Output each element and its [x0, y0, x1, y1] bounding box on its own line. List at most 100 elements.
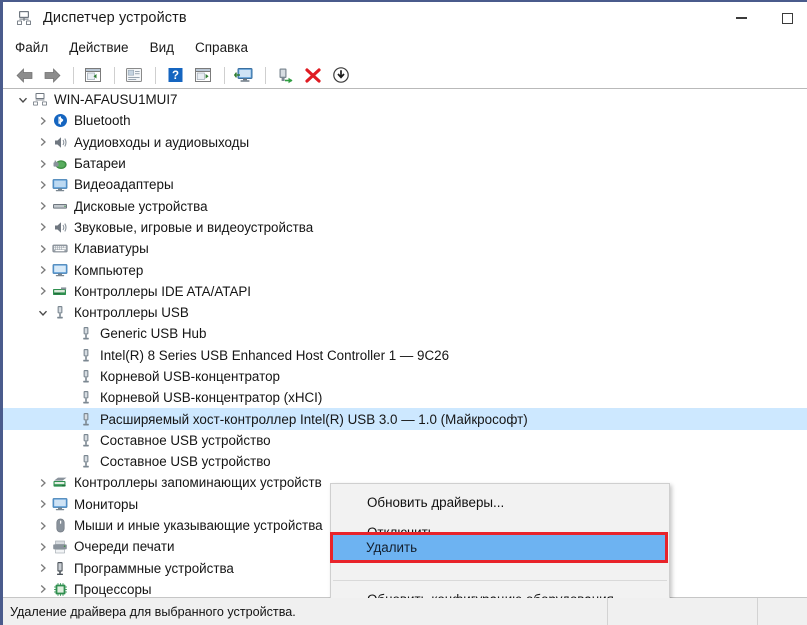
usb-device-icon [77, 432, 95, 448]
chevron-right-icon[interactable] [35, 137, 51, 147]
mouse-icon [51, 518, 69, 534]
tree-item-label: Программные устройства [74, 560, 234, 576]
tree-item-label: Аудиовходы и аудиовыходы [74, 134, 250, 150]
usb-device-icon [77, 390, 95, 406]
window-controls [718, 2, 807, 34]
device-manager-icon [15, 9, 33, 27]
maximize-icon [781, 12, 793, 24]
context-menu-item-update-drivers[interactable]: Обновить драйверы... [331, 487, 669, 517]
scan-hardware-changes-icon[interactable] [231, 63, 257, 87]
tree-item-label: Корневой USB-концентратор (xHCI) [100, 390, 323, 406]
menu-item-help[interactable]: Справка [195, 38, 259, 57]
tree-item-label: Батареи [74, 156, 126, 172]
menu-item-action[interactable]: Действие [69, 38, 139, 57]
toolbar-separator [265, 66, 266, 84]
chevron-right-icon[interactable] [35, 222, 51, 232]
chevron-right-icon[interactable] [35, 563, 51, 573]
tree-item-usb-controllers[interactable]: Контроллеры USB [3, 302, 807, 323]
status-bar-text: Удаление драйвера для выбранного устройс… [3, 598, 608, 625]
download-icon[interactable] [328, 63, 354, 87]
chevron-right-icon[interactable] [35, 584, 51, 594]
chevron-down-icon[interactable] [15, 95, 31, 105]
update-driver-icon[interactable] [190, 63, 216, 87]
tree-item-generic-usb-hub[interactable]: Generic USB Hub [3, 323, 807, 344]
chevron-right-icon[interactable] [35, 265, 51, 275]
chevron-right-icon[interactable] [35, 159, 51, 169]
properties-icon[interactable] [121, 63, 147, 87]
tree-item-audio-io[interactable]: Аудиовходы и аудиовыходы [3, 132, 807, 153]
usb-device-icon [77, 411, 95, 427]
chevron-right-icon[interactable] [35, 201, 51, 211]
monitor-icon [51, 496, 69, 512]
help-icon[interactable]: ? [162, 63, 188, 87]
toolbar-separator [155, 66, 156, 84]
tree-item-selected-xhci-controller[interactable]: Расширяемый хост-контроллер Intel(R) USB… [3, 408, 807, 430]
tree-item-computer[interactable]: Компьютер [3, 259, 807, 280]
printer-icon [51, 539, 69, 555]
tree-item-bluetooth[interactable]: Bluetooth [3, 110, 807, 131]
device-tree[interactable]: WIN-AFAUSU1MUI7 Bluetooth Аудиовходы и а… [3, 88, 807, 598]
tree-item-label: Мыши и иные указывающие устройства [74, 518, 323, 534]
tree-item-label: Клавиатуры [74, 241, 149, 257]
tree-item-label: Bluetooth [74, 113, 131, 129]
computer-icon [51, 262, 69, 278]
tree-root-label: WIN-AFAUSU1MUI7 [54, 92, 178, 108]
tree-item-disk-drives[interactable]: Дисковые устройства [3, 195, 807, 216]
tree-item-label: Компьютер [74, 262, 144, 278]
chevron-right-icon[interactable] [35, 286, 51, 296]
chevron-right-icon[interactable] [35, 542, 51, 552]
tree-item-ide-controllers[interactable]: Контроллеры IDE ATA/ATAPI [3, 281, 807, 302]
enable-device-icon[interactable] [272, 63, 298, 87]
toolbar-separator [73, 66, 74, 84]
keyboard-icon [51, 241, 69, 257]
chevron-right-icon[interactable] [35, 180, 51, 190]
uninstall-device-icon[interactable] [300, 63, 326, 87]
forward-arrow-icon[interactable] [39, 63, 65, 87]
tree-item-composite-usb-2[interactable]: Составное USB устройство [3, 451, 807, 472]
tree-item-label: Контроллеры IDE ATA/ATAPI [74, 283, 252, 299]
usb-device-icon [77, 369, 95, 385]
tree-root-node[interactable]: WIN-AFAUSU1MUI7 [3, 89, 807, 110]
tree-item-label: Процессоры [74, 581, 152, 597]
chevron-down-icon[interactable] [35, 308, 51, 318]
tree-item-root-hub[interactable]: Корневой USB-концентратор [3, 366, 807, 387]
tree-item-display-adapters[interactable]: Видеоадаптеры [3, 174, 807, 195]
toolbar-separator [114, 66, 115, 84]
tree-item-label: Контроллеры запоминающих устройств [74, 475, 322, 491]
maximize-button[interactable] [764, 2, 807, 34]
tree-item-keyboards[interactable]: Клавиатуры [3, 238, 807, 259]
chevron-right-icon[interactable] [35, 521, 51, 531]
context-menu-item-scan-hardware[interactable]: Обновить конфигурацию оборудования [331, 584, 669, 599]
chevron-right-icon[interactable] [35, 244, 51, 254]
chevron-right-icon[interactable] [35, 478, 51, 488]
tree-item-sound-video[interactable]: Звуковые, игровые и видеоустройства [3, 217, 807, 238]
svg-text:?: ? [171, 70, 178, 82]
tree-item-batteries[interactable]: Батареи [3, 153, 807, 174]
tree-item-label: Дисковые устройства [74, 198, 208, 214]
tree-item-label: Составное USB устройство [100, 454, 271, 470]
back-arrow-icon[interactable] [11, 63, 37, 87]
tree-item-label: Видеоадаптеры [74, 177, 174, 193]
storage-controller-icon [51, 475, 69, 491]
bluetooth-icon [51, 113, 69, 129]
title-bar: Диспетчер устройств [3, 0, 807, 34]
tree-item-composite-usb-1[interactable]: Составное USB устройство [3, 430, 807, 451]
tree-item-label: Расширяемый хост-контроллер Intel(R) USB… [100, 411, 534, 427]
tree-item-label: Мониторы [74, 496, 139, 512]
tree-item-label: Очереди печати [74, 539, 175, 555]
menu-item-view[interactable]: Вид [150, 38, 185, 57]
context-menu-item-uninstall-label[interactable]: Удалить [366, 535, 417, 560]
audio-io-icon [51, 134, 69, 150]
chevron-right-icon[interactable] [35, 116, 51, 126]
battery-icon [51, 156, 69, 172]
processor-icon [51, 581, 69, 597]
menu-item-file[interactable]: Файл [15, 38, 59, 57]
tree-item-root-hub-xhci[interactable]: Корневой USB-концентратор (xHCI) [3, 387, 807, 408]
chevron-right-icon[interactable] [35, 499, 51, 509]
usb-device-icon [77, 326, 95, 342]
minimize-icon [735, 17, 747, 19]
tree-item-intel-ehci[interactable]: Intel(R) 8 Series USB Enhanced Host Cont… [3, 345, 807, 366]
display-adapter-icon [51, 177, 69, 193]
show-hidden-devices-icon[interactable] [80, 63, 106, 87]
minimize-button[interactable] [718, 2, 764, 34]
